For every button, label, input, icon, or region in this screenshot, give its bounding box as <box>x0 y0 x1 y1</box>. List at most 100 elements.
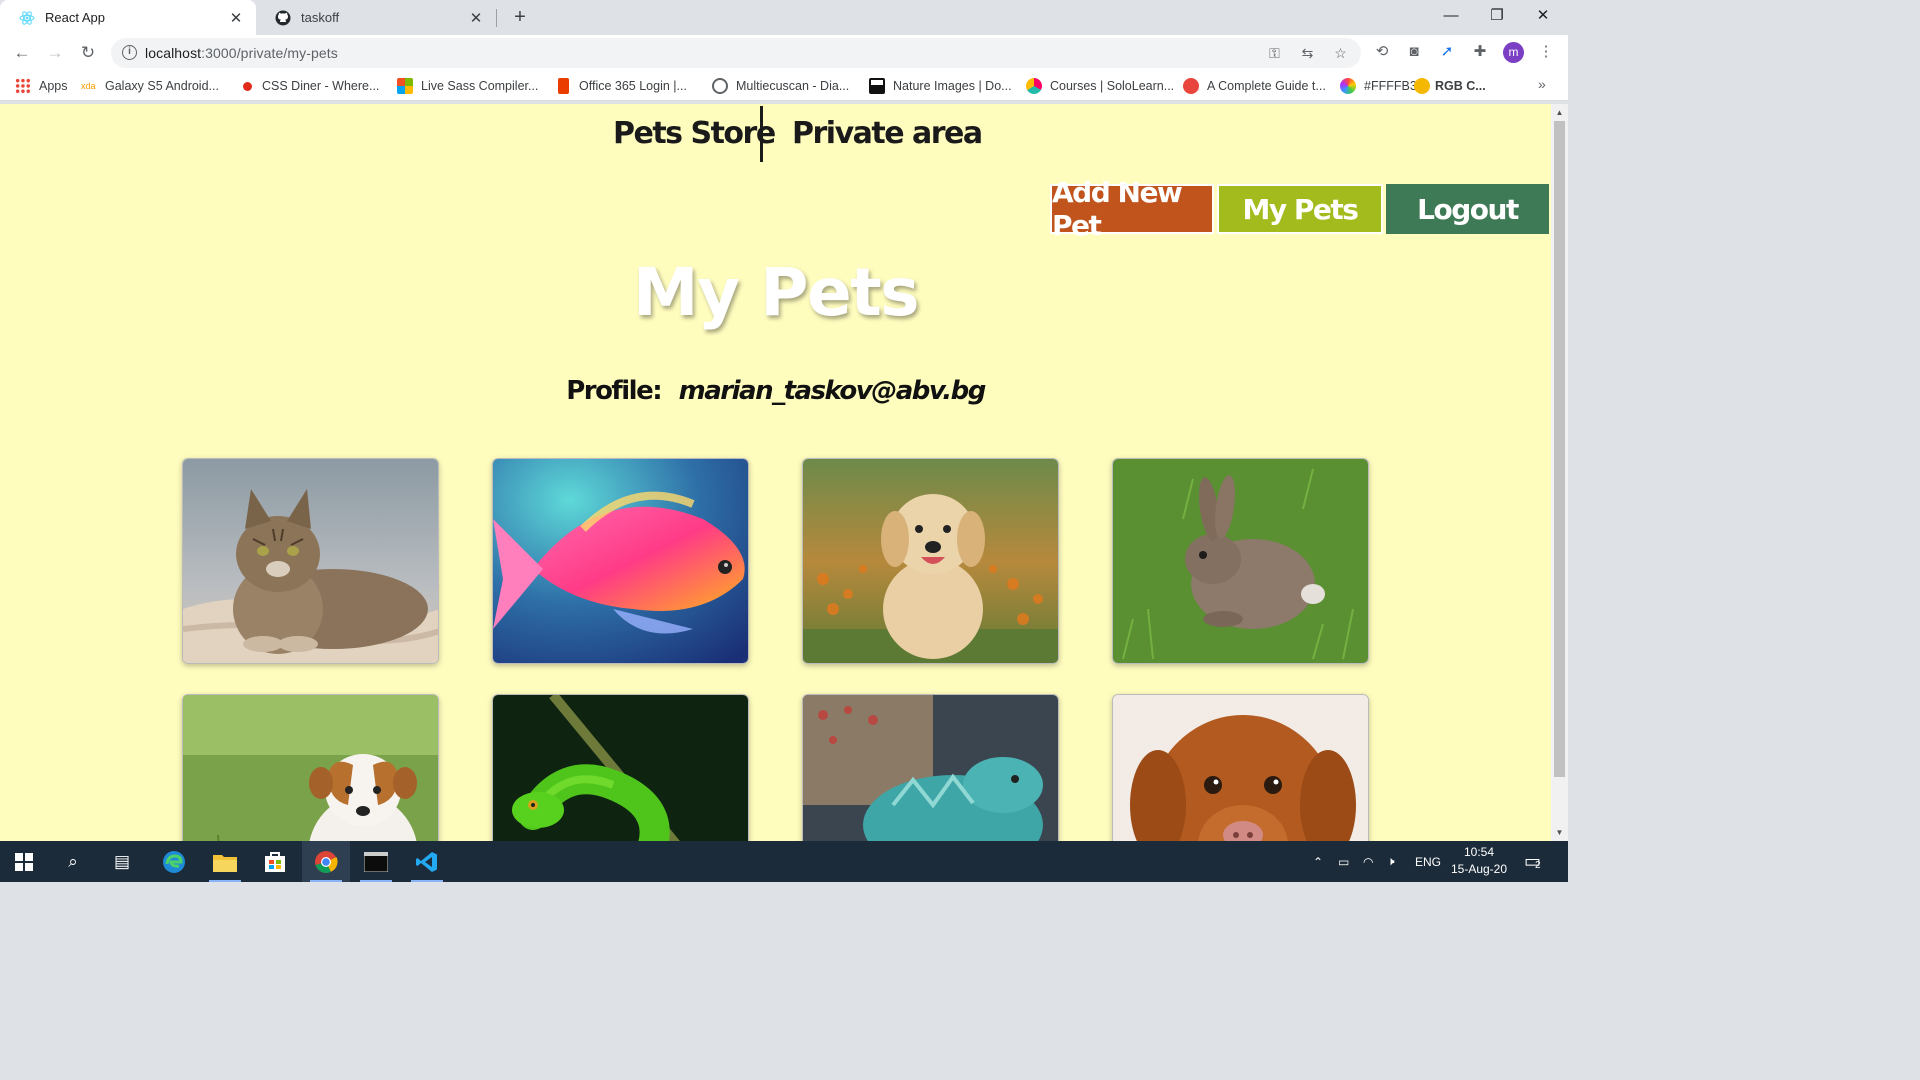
scroll-down-icon[interactable]: ▼ <box>1551 824 1568 841</box>
pet-card-fish[interactable] <box>492 458 749 664</box>
retriever-photo <box>1113 695 1368 841</box>
file-explorer-icon[interactable] <box>201 841 249 882</box>
bookmark-css-diner[interactable]: CSS Diner - Where... <box>240 77 379 95</box>
nav-private-area[interactable]: Private area <box>792 116 983 151</box>
key-icon[interactable]: ⚿ <box>1266 45 1283 62</box>
menu-dots-icon[interactable]: ⋮ <box>1535 41 1557 63</box>
tab-title: React App <box>45 10 105 25</box>
bookmark-office[interactable]: Office 365 Login |... <box>555 77 687 95</box>
puppy-photo <box>803 459 1058 663</box>
pet-card-retriever[interactable] <box>1112 694 1369 841</box>
chrome-icon[interactable] <box>302 841 350 882</box>
nav-pets-store[interactable]: Pets Store <box>613 116 776 151</box>
back-icon[interactable]: ← <box>10 41 34 65</box>
terminal-icon[interactable] <box>352 841 400 882</box>
snake-photo <box>493 695 748 841</box>
bookmark-ffffb3[interactable]: #FFFFB3 <box>1340 77 1417 95</box>
address-bar[interactable]: i localhost:3000/private/my-pets ⚿ ⇆ ☆ <box>111 38 1361 68</box>
wifi-icon[interactable]: ◠ <box>1363 841 1373 882</box>
reload-icon[interactable]: ↻ <box>76 41 100 65</box>
more-bookmarks-icon[interactable]: » <box>1538 76 1546 92</box>
close-window-icon[interactable]: ✕ <box>1520 0 1566 32</box>
browser-tabstrip: React App ✕ taskoff ✕ + — ❐ ✕ <box>0 0 1568 35</box>
battery-icon[interactable]: ▭ <box>1338 841 1349 882</box>
ms-icon <box>397 78 413 94</box>
pet-card-cat[interactable] <box>182 458 439 664</box>
close-tab-icon[interactable]: ✕ <box>466 9 486 27</box>
nature-icon <box>869 78 885 94</box>
windows-start-icon[interactable] <box>0 841 48 882</box>
globe-icon <box>712 78 728 94</box>
guide-icon <box>1183 78 1199 94</box>
language-indicator[interactable]: ENG <box>1415 841 1441 882</box>
clock-time: 10:54 <box>1463 845 1495 859</box>
apps-grid-icon <box>15 78 31 94</box>
url-text: localhost:3000/private/my-pets <box>145 45 338 61</box>
tab-react-app[interactable]: React App ✕ <box>0 0 256 35</box>
clock[interactable]: 10:54 15-Aug-20 <box>1447 844 1511 878</box>
color-icon <box>1340 78 1356 94</box>
arrow-extension-icon[interactable]: ➚ <box>1436 41 1458 63</box>
site-info-icon[interactable]: i <box>122 45 137 60</box>
pet-card-puppy[interactable] <box>802 458 1059 664</box>
profile-label: Profile: <box>566 376 662 406</box>
minimize-icon[interactable]: — <box>1428 0 1474 32</box>
new-tab-button[interactable]: + <box>509 5 531 29</box>
forward-icon[interactable]: → <box>43 41 67 65</box>
show-hidden-icons[interactable]: ⌃ <box>1313 841 1323 882</box>
camera-extension-icon[interactable]: ◙ <box>1403 41 1425 63</box>
close-tab-icon[interactable]: ✕ <box>226 9 246 27</box>
logout-button[interactable]: Logout <box>1386 184 1549 234</box>
office-icon <box>558 78 569 94</box>
pet-card-snake[interactable] <box>492 694 749 841</box>
sync-extension-icon[interactable]: ⟲ <box>1371 41 1393 63</box>
react-icon <box>18 9 36 27</box>
bookmark-sololearn[interactable]: Courses | SoloLearn... <box>1026 77 1174 95</box>
rgb-icon <box>1414 78 1430 94</box>
github-icon <box>274 9 292 27</box>
store-icon[interactable] <box>251 841 299 882</box>
bookmark-guide[interactable]: A Complete Guide t... <box>1183 77 1326 95</box>
notification-count: 2 <box>1535 860 1541 871</box>
translate-icon[interactable]: ⇆ <box>1299 45 1316 62</box>
bookmarks-bar: Apps xda Galaxy S5 Android... CSS Diner … <box>0 71 1568 101</box>
tab-taskoff[interactable]: taskoff ✕ <box>256 0 496 35</box>
fish-photo <box>493 459 748 663</box>
action-buttons: Add New Pet My Pets Logout <box>1050 176 1549 242</box>
bookmark-galaxy[interactable]: xda Galaxy S5 Android... <box>81 77 219 95</box>
tab-separator <box>496 9 497 27</box>
bookmark-live-sass[interactable]: Live Sass Compiler... <box>397 77 538 95</box>
my-pets-button[interactable]: My Pets <box>1217 184 1383 234</box>
bookmark-rgb[interactable]: RGB C... <box>1414 77 1486 95</box>
clock-date: 15-Aug-20 <box>1450 862 1508 876</box>
css-diner-icon <box>243 81 252 91</box>
site-nav: Pets Store Private area <box>0 104 1551 164</box>
cat-photo <box>183 459 438 663</box>
puzzle-extensions-icon[interactable]: ✚ <box>1469 41 1491 63</box>
restore-icon[interactable]: ❐ <box>1474 0 1520 32</box>
sololearn-icon <box>1026 78 1042 94</box>
bookmark-apps[interactable]: Apps <box>15 77 68 95</box>
star-icon[interactable]: ☆ <box>1332 45 1349 62</box>
scroll-up-icon[interactable]: ▲ <box>1551 104 1568 121</box>
bookmark-multiecuscan[interactable]: Multiecuscan - Dia... <box>712 77 849 95</box>
edge-icon[interactable] <box>150 841 198 882</box>
profile-avatar[interactable]: m <box>1503 42 1524 63</box>
notifications-icon[interactable]: ▭ 2 <box>1524 841 1541 882</box>
terrier-photo <box>183 695 438 841</box>
xda-icon: xda <box>81 81 96 91</box>
pet-card-terrier[interactable] <box>182 694 439 841</box>
volume-muted-icon[interactable]: 🕨 <box>1387 841 1395 882</box>
iguana-photo <box>803 695 1058 841</box>
pet-card-iguana[interactable] <box>802 694 1059 841</box>
nav-divider <box>760 106 763 162</box>
search-icon[interactable]: ⌕ <box>49 841 97 882</box>
rabbit-photo <box>1113 459 1368 663</box>
task-view-icon[interactable]: ▤ <box>98 841 146 882</box>
bookmark-nature[interactable]: Nature Images | Do... <box>869 77 1012 95</box>
page-scrollbar[interactable]: ▲ ▼ <box>1551 104 1568 841</box>
pet-card-rabbit[interactable] <box>1112 458 1369 664</box>
add-new-pet-button[interactable]: Add New Pet <box>1050 176 1214 242</box>
scroll-thumb[interactable] <box>1554 121 1565 777</box>
vscode-icon[interactable] <box>403 841 451 882</box>
